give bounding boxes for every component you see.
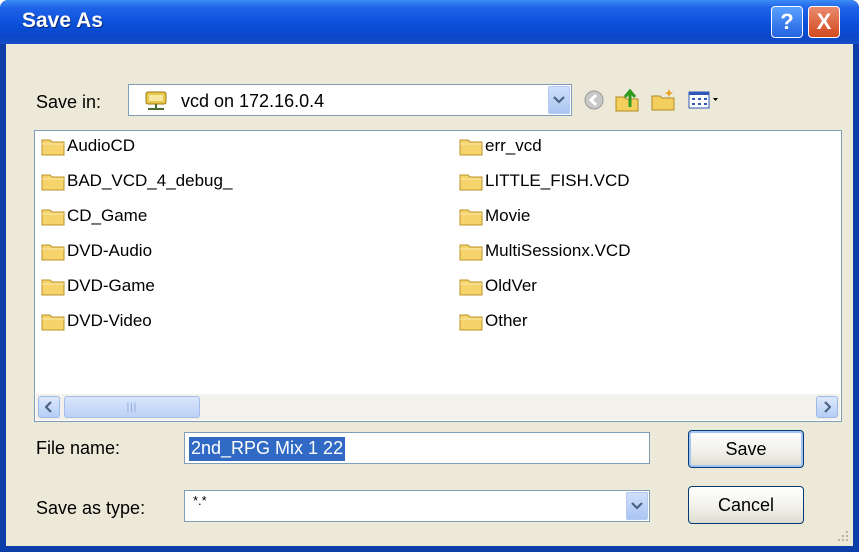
network-drive-icon bbox=[145, 91, 167, 110]
list-item[interactable]: err_vcd bbox=[459, 133, 542, 159]
folder-icon bbox=[459, 314, 483, 331]
scroll-thumb[interactable]: ||| bbox=[64, 396, 200, 418]
list-item[interactable]: LITTLE_FISH.VCD bbox=[459, 168, 630, 194]
grip-icon: ||| bbox=[126, 401, 138, 413]
file-name-label: DVD-Audio bbox=[67, 241, 153, 260]
file-name-label: err_vcd bbox=[485, 136, 542, 155]
file-name-label: DVD-Video bbox=[67, 311, 152, 330]
folder-icon bbox=[459, 139, 483, 156]
folder-icon bbox=[41, 244, 65, 261]
folder-icon bbox=[41, 174, 65, 191]
list-item[interactable]: DVD-Audio bbox=[41, 238, 152, 264]
file-name-label: CD_Game bbox=[67, 206, 148, 225]
back-button[interactable] bbox=[580, 86, 608, 114]
file-name-label: File name: bbox=[36, 438, 121, 458]
file-name-label: Movie bbox=[485, 206, 531, 225]
file-name-value: 2nd_RPG Mix 1 22 bbox=[189, 437, 346, 461]
folder-icon bbox=[41, 279, 65, 296]
cancel-button[interactable]: Cancel bbox=[688, 486, 804, 524]
file-name-label: DVD-Game bbox=[67, 276, 155, 295]
folder-icon bbox=[41, 314, 65, 331]
save-as-type-dropdown-button[interactable] bbox=[626, 492, 648, 520]
save-as-type-value: *.* bbox=[193, 493, 207, 508]
resize-grip-icon[interactable] bbox=[837, 530, 849, 542]
back-icon bbox=[584, 90, 604, 110]
new-folder-icon bbox=[651, 89, 675, 111]
list-item[interactable]: Other bbox=[459, 308, 528, 334]
folder-icon bbox=[459, 279, 483, 296]
save-as-dialog: Save As ? X Save in: vcd on 172.16.0.4 A… bbox=[0, 0, 859, 552]
window-title: Save As bbox=[22, 9, 103, 32]
help-button[interactable]: ? bbox=[771, 6, 803, 38]
view-menu-button[interactable] bbox=[686, 86, 726, 114]
horizontal-scrollbar[interactable]: ||| bbox=[36, 394, 840, 420]
folder-icon bbox=[459, 174, 483, 191]
file-name-label: OldVer bbox=[485, 276, 537, 295]
dialog-body: Save in: vcd on 172.16.0.4 AudioCD BAD_V… bbox=[6, 44, 853, 546]
close-button[interactable]: X bbox=[808, 6, 840, 38]
folder-icon bbox=[41, 139, 65, 156]
cancel-button-label: Cancel bbox=[717, 494, 775, 515]
title-bar[interactable]: Save As ? X bbox=[0, 0, 859, 44]
chevron-left-icon bbox=[45, 401, 52, 413]
chevron-down-icon bbox=[553, 96, 565, 104]
chevron-right-icon bbox=[824, 401, 831, 413]
help-icon: ? bbox=[780, 9, 794, 34]
file-name-input[interactable]: 2nd_RPG Mix 1 22 bbox=[184, 432, 650, 464]
chevron-down-icon bbox=[631, 502, 643, 510]
file-name-label: AudioCD bbox=[67, 136, 136, 155]
folder-icon bbox=[459, 244, 483, 261]
save-in-dropdown[interactable]: vcd on 172.16.0.4 bbox=[128, 84, 572, 116]
list-item[interactable]: DVD-Game bbox=[41, 273, 155, 299]
file-list[interactable]: AudioCD BAD_VCD_4_debug_ CD_Game DVD-Aud… bbox=[34, 130, 842, 422]
list-item[interactable]: CD_Game bbox=[41, 203, 147, 229]
list-item[interactable]: DVD-Video bbox=[41, 308, 152, 334]
list-item[interactable]: OldVer bbox=[459, 273, 537, 299]
save-as-type-dropdown[interactable]: *.* bbox=[184, 490, 650, 522]
list-item[interactable]: MultiSessionx.VCD bbox=[459, 238, 631, 264]
up-folder-icon bbox=[615, 88, 639, 112]
folder-icon bbox=[41, 209, 65, 226]
view-menu-icon bbox=[688, 91, 718, 109]
file-name-label: Other bbox=[485, 311, 528, 330]
scroll-left-button[interactable] bbox=[38, 396, 60, 418]
file-name-label: BAD_VCD_4_debug_ bbox=[67, 171, 233, 190]
list-item[interactable]: AudioCD bbox=[41, 133, 135, 159]
up-one-level-button[interactable] bbox=[612, 86, 642, 114]
save-button[interactable]: Save bbox=[688, 430, 804, 468]
save-in-dropdown-button[interactable] bbox=[548, 86, 570, 114]
scroll-right-button[interactable] bbox=[816, 396, 838, 418]
file-name-label: LITTLE_FISH.VCD bbox=[485, 171, 630, 190]
list-item[interactable]: Movie bbox=[459, 203, 530, 229]
save-in-label: Save in: bbox=[36, 92, 102, 112]
close-icon: X bbox=[816, 9, 832, 34]
save-as-type-label: Save as type: bbox=[36, 498, 146, 518]
list-item[interactable]: BAD_VCD_4_debug_ bbox=[41, 168, 232, 194]
save-in-value: vcd on 172.16.0.4 bbox=[181, 91, 325, 111]
save-button-label: Save bbox=[725, 438, 767, 459]
file-name-label: MultiSessionx.VCD bbox=[485, 241, 631, 260]
new-folder-button[interactable] bbox=[648, 86, 678, 114]
folder-icon bbox=[459, 209, 483, 226]
